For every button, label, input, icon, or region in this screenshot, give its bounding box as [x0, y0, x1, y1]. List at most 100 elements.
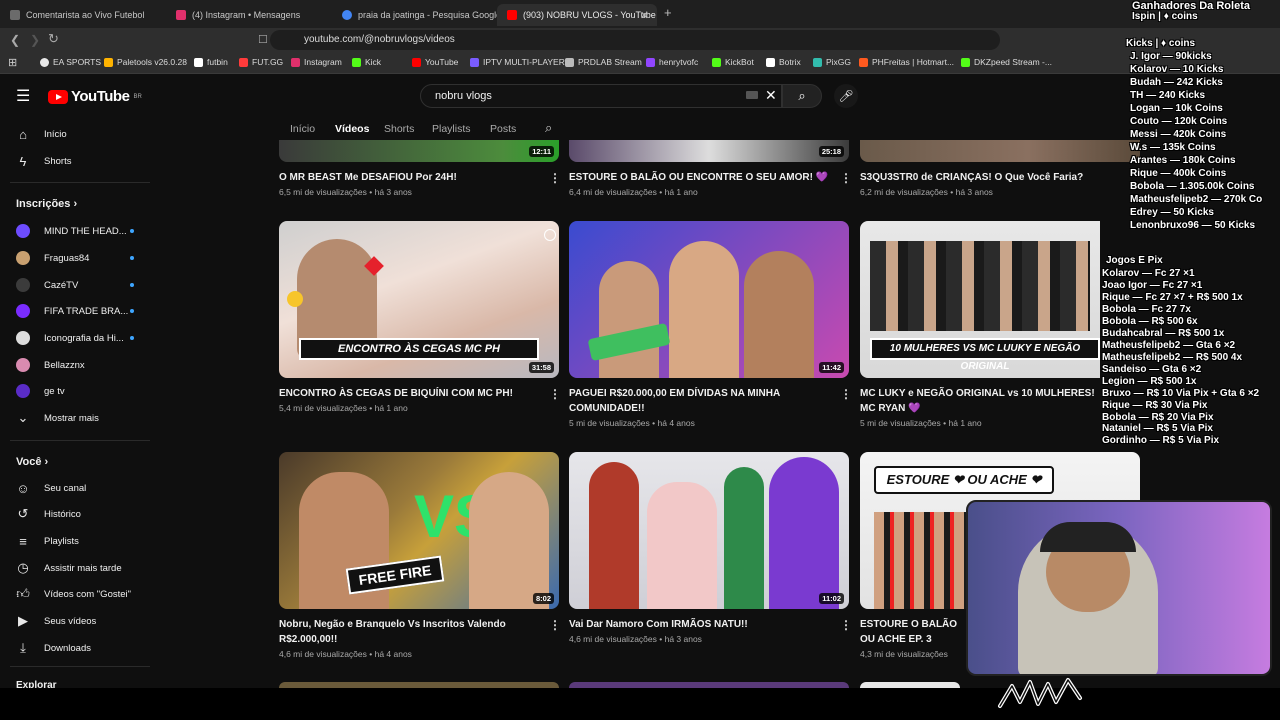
tab-home[interactable]: Início — [290, 123, 315, 135]
bookmark-futgg[interactable]: FUT.GG — [239, 57, 283, 67]
bookmark-henrytvofc[interactable]: henrytvofc — [646, 57, 698, 67]
forward-icon[interactable]: ❯ — [30, 33, 40, 47]
channel-search-icon[interactable]: ⌕ — [545, 120, 552, 136]
you-header[interactable]: Você › — [16, 456, 48, 468]
video-title[interactable]: MC LUKY e NEGÃO ORIGINAL vs 10 MULHERES!… — [860, 386, 1096, 416]
sidebar-item-your-channel[interactable]: ☺ Seu canal — [12, 476, 152, 500]
sidebar-item-label: Vídeos com "Gostei" — [44, 588, 132, 600]
bookmark-botrix[interactable]: Botrix — [766, 57, 801, 67]
playlists-icon: ≡ — [19, 533, 27, 549]
sidebar-item-subscription[interactable]: MIND THE HEAD... — [12, 219, 152, 243]
person-figure — [647, 482, 717, 609]
sidebar-item-your-videos[interactable]: ▶ Seus vídeos — [12, 609, 152, 633]
sidebar-item-home[interactable]: ⌂ Início — [12, 122, 152, 146]
sidebar-item-subscription[interactable]: FIFA TRADE BRA... — [12, 299, 152, 323]
subscriptions-header[interactable]: Inscrições › — [16, 198, 77, 210]
bookmark-paletools[interactable]: Paletools v26.0.28 — [104, 57, 187, 67]
more-actions-icon[interactable]: ⋮ — [840, 618, 852, 632]
keyboard-icon[interactable] — [746, 91, 758, 99]
sidebar-item-downloads[interactable]: ⤓ Downloads — [12, 636, 152, 660]
sidebar-item-playlists[interactable]: ≡ Playlists — [12, 529, 152, 553]
video-title[interactable]: Vai Dar Namoro Com IRMÃOS NATU!! — [569, 617, 829, 632]
sidebar-item-subscription[interactable]: Iconografia da Hi... — [12, 326, 152, 350]
overlay-line: Bruxo — R$ 10 Via Pix + Gta 6 ×2 — [1102, 388, 1260, 399]
reload-icon[interactable]: ↻ — [48, 31, 59, 47]
bookmark-iptv[interactable]: IPTV MULTI-PLAYER — [470, 57, 565, 67]
video-title[interactable]: S3QU3STR0 de CRIANÇAS! O Que Você Faria? — [860, 170, 1120, 185]
tab-comentarista[interactable]: Comentarista ao Vivo Futebol — [0, 4, 165, 26]
bookmark-youtube[interactable]: YouTube — [412, 57, 458, 67]
search-icon: ⌕ — [798, 88, 806, 103]
sidebar-item-subscription[interactable]: Bellazznx — [12, 353, 152, 377]
more-actions-icon[interactable]: ⋮ — [840, 171, 852, 185]
video-title[interactable]: O MR BEAST Me DESAFIOU Por 24H! — [279, 170, 539, 185]
sidebar-item-liked-videos[interactable]: 👍︎ Vídeos com "Gostei" — [12, 582, 152, 606]
bookmark-kickbot[interactable]: KickBot — [712, 57, 754, 67]
tab-google-search[interactable]: praia da joatinga - Pesquisa Google — [332, 4, 497, 26]
person-figure — [769, 457, 839, 609]
overlay-line: Ispin | ♦ coins — [1132, 11, 1198, 22]
menu-icon[interactable]: ☰ — [16, 86, 30, 106]
bookmark-hotmart[interactable]: PHFreitas | Hotmart... — [859, 57, 954, 67]
video-meta: 4,6 mi de visualizações • há 3 anos — [569, 634, 702, 644]
video-thumbnail[interactable]: VS FREE FIRE 8:02 — [279, 452, 559, 609]
back-icon[interactable]: ❮ — [10, 33, 20, 47]
video-thumbnail[interactable]: 25:18 — [569, 140, 849, 162]
video-title[interactable]: Nobru, Negão e Branquelo Vs Inscritos Va… — [279, 617, 539, 647]
youtube-logo[interactable]: YouTube BR — [48, 88, 142, 105]
bookmark-pixgg[interactable]: PixGG — [813, 57, 851, 67]
video-thumbnail[interactable]: 12:11 — [279, 140, 559, 162]
twitch-icon — [646, 57, 655, 67]
kick-icon — [352, 57, 361, 67]
more-actions-icon[interactable]: ⋮ — [549, 618, 561, 632]
streamer-webcam — [966, 500, 1272, 676]
bookmark-prdlab[interactable]: PRDLAB Stream — [565, 57, 642, 67]
tab-playlists[interactable]: Playlists — [432, 123, 471, 135]
more-actions-icon[interactable]: ⋮ — [840, 387, 852, 401]
sidebar-item-watch-later[interactable]: ◷ Assistir mais tarde — [12, 556, 152, 580]
video-title[interactable]: PAGUEI R$20.000,00 EM DÍVIDAS NA MINHA C… — [569, 386, 829, 416]
new-content-dot — [130, 309, 134, 313]
video-thumbnail[interactable]: ENCONTRO ÀS CEGAS MC PH 31:58 — [279, 221, 559, 378]
video-title[interactable]: ESTOURE O BALÃO OU ENCONTRE O SEU AMOR! … — [569, 170, 829, 185]
more-actions-icon[interactable]: ⋮ — [549, 387, 561, 401]
tab-posts[interactable]: Posts — [490, 123, 516, 135]
bookmark-dkzpeed[interactable]: DKZpeed Stream -... — [961, 57, 1052, 67]
instagram-icon — [176, 10, 186, 20]
sidebar-item-label: Fraguas84 — [44, 252, 90, 264]
bookmark-icon[interactable]: ☐ — [258, 33, 268, 46]
apps-grid-icon[interactable]: ⊞ — [8, 56, 17, 69]
sidebar-item-subscription[interactable]: CazéTV — [12, 273, 152, 297]
video-title[interactable]: ENCONTRO ÀS CEGAS DE BIQUÍNI COM MC PH! — [279, 386, 539, 401]
sidebar-item-subscription[interactable]: ge tv — [12, 379, 152, 403]
more-actions-icon[interactable]: ⋮ — [549, 171, 561, 185]
pixgg-icon — [813, 57, 822, 67]
tab-instagram[interactable]: (4) Instagram • Mensagens — [166, 4, 331, 26]
watch-later-icon[interactable] — [544, 229, 556, 241]
close-icon[interactable]: ✕ — [640, 9, 649, 22]
tab-shorts[interactable]: Shorts — [384, 123, 414, 135]
bookmark-kick[interactable]: Kick — [352, 57, 381, 67]
new-tab-button[interactable]: + — [664, 5, 672, 20]
overlay-line: Bobola — R$ 20 Via Pix — [1102, 412, 1214, 423]
sidebar-item-history[interactable]: ↺ Histórico — [12, 502, 152, 526]
video-thumbnail[interactable]: 11:02 — [569, 452, 849, 609]
sidebar-item-shorts[interactable]: ϟ Shorts — [12, 149, 152, 173]
url-field[interactable]: youtube.com/@nobruvlogs/videos — [270, 30, 1000, 50]
voice-search-button[interactable]: 🎤︎ — [834, 84, 858, 108]
clear-search-icon[interactable]: ✕ — [765, 87, 777, 104]
tab-videos[interactable]: Vídeos — [335, 123, 369, 135]
tab-youtube[interactable]: (903) NOBRU VLOGS - YouTube ✕ — [497, 4, 657, 26]
sidebar-item-subscription[interactable]: Fraguas84 — [12, 246, 152, 270]
search-button[interactable]: ⌕ — [782, 84, 822, 108]
bookmark-label: DKZpeed Stream -... — [974, 57, 1052, 67]
bookmark-futbin[interactable]: futbin — [194, 57, 228, 67]
video-title[interactable]: ESTOURE O BALÃO OU ACHE EP. 3 — [860, 617, 960, 647]
bookmark-ea-sports[interactable]: EA SPORTS — [40, 57, 101, 67]
show-more-button[interactable]: ⌄ Mostrar mais — [12, 406, 152, 430]
video-thumbnail[interactable]: 10 MULHERES VS MC LUUKY E NEGÃO ORIGINAL — [860, 221, 1100, 378]
bookmark-instagram[interactable]: Instagram — [291, 57, 342, 67]
search-input[interactable]: nobru vlogs — [420, 84, 782, 108]
video-thumbnail[interactable]: 11:42 — [569, 221, 849, 378]
thumbnail-banner-text: 10 MULHERES VS MC LUUKY E NEGÃO ORIGINAL — [870, 338, 1100, 372]
